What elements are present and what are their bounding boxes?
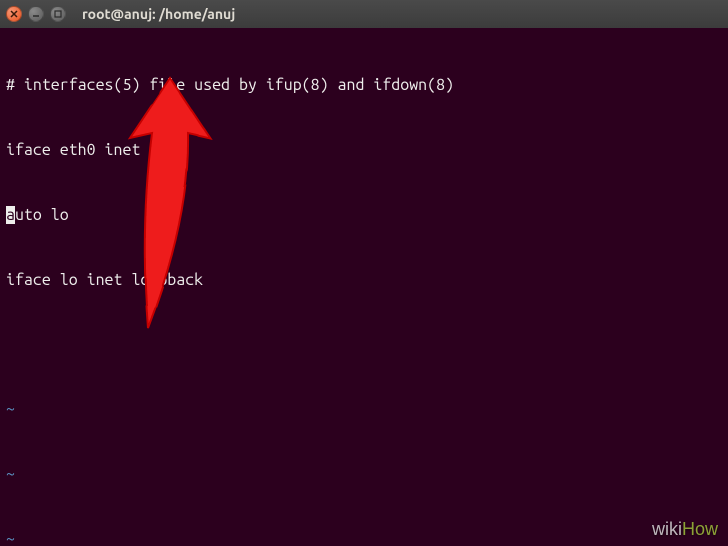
terminal-body[interactable]: # interfaces(5) file used by ifup(8) and… — [0, 28, 728, 546]
text-line: iface eth0 inet dhcp — [6, 140, 722, 162]
window-controls — [6, 6, 66, 22]
vim-tilde: ~ — [6, 399, 722, 421]
text-line: iface lo inet loopback — [6, 270, 722, 292]
close-button[interactable] — [6, 6, 22, 22]
titlebar[interactable]: root@anuj: /home/anuj — [0, 0, 728, 28]
text-rest: uto lo — [15, 206, 69, 224]
maximize-button[interactable] — [50, 6, 66, 22]
minimize-button[interactable] — [28, 6, 44, 22]
watermark-wiki: wiki — [652, 519, 682, 539]
empty-line — [6, 334, 722, 356]
vim-tilde: ~ — [6, 529, 722, 546]
window-title: root@anuj: /home/anuj — [82, 6, 235, 22]
text-line: auto lo — [6, 205, 722, 227]
text-line: # interfaces(5) file used by ifup(8) and… — [6, 75, 722, 97]
cursor: a — [6, 206, 15, 224]
terminal-window: root@anuj: /home/anuj # interfaces(5) fi… — [0, 0, 728, 546]
vim-tilde: ~ — [6, 464, 722, 486]
watermark: wikiHow — [652, 519, 718, 540]
watermark-how: How — [682, 519, 718, 539]
